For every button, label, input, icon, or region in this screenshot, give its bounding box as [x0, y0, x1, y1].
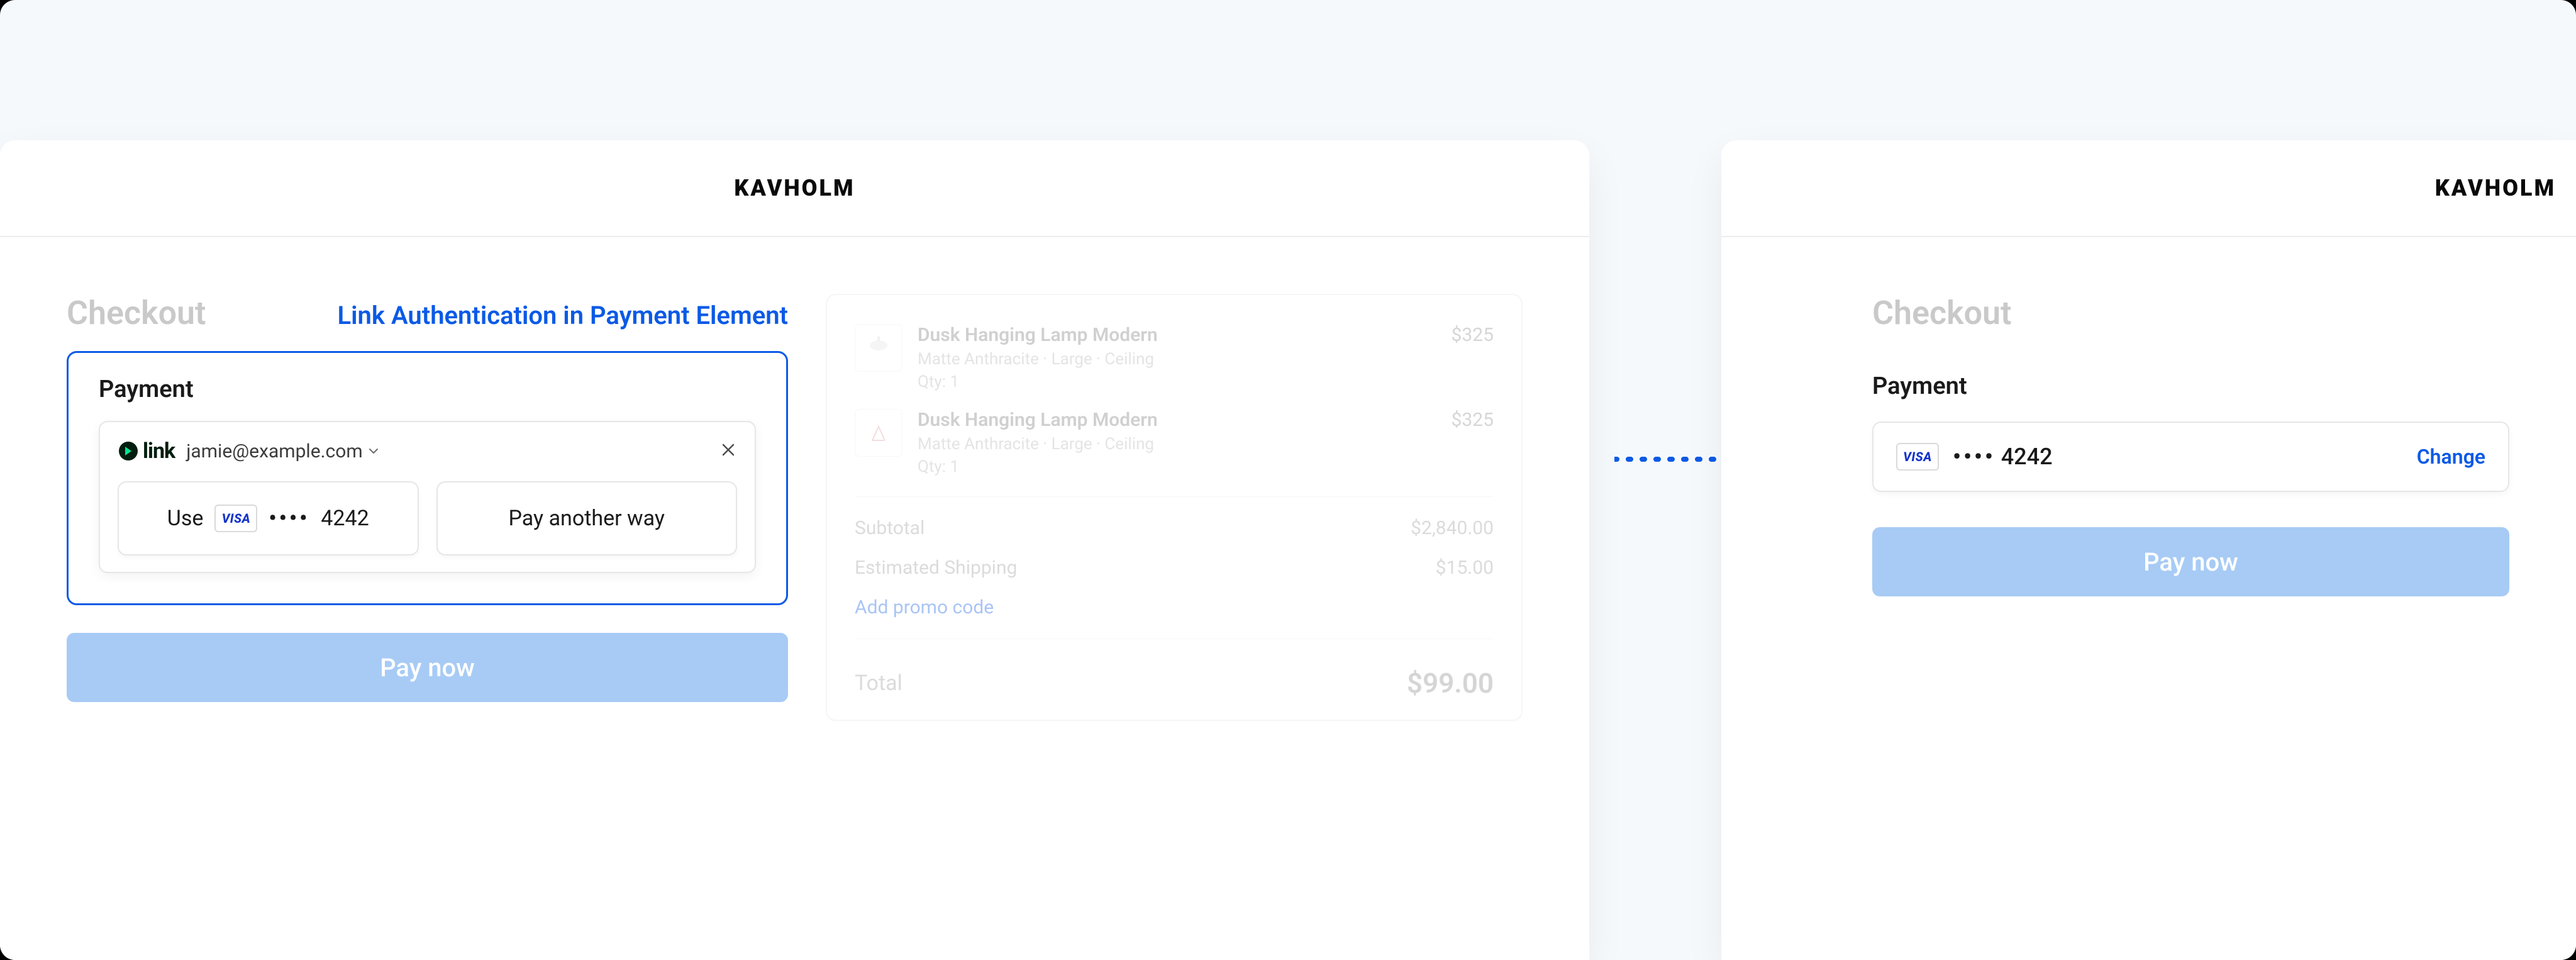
product-thumb-icon [855, 409, 902, 457]
line-item: Dusk Hanging Lamp Modern Matte Anthracit… [855, 400, 1494, 485]
close-icon[interactable] [719, 440, 737, 462]
change-payment-link[interactable]: Change [2417, 445, 2485, 469]
page-title: Checkout [67, 294, 206, 332]
line-item: Dusk Hanging Lamp Modern Matte Anthracit… [855, 315, 1494, 400]
total-row: Total $99.00 [855, 650, 1494, 700]
visa-icon: VISA [1896, 443, 1939, 471]
use-saved-card-button[interactable]: Use VISA •••• 4242 [118, 481, 419, 555]
payment-element-highlight: Payment link [67, 351, 788, 605]
subtotal-row: Subtotal $2,840.00 [855, 508, 1494, 548]
brand-bar: KAVHOLM [0, 140, 1589, 237]
shipping-row: Estimated Shipping $15.00 [855, 548, 1494, 588]
page-title: Checkout [1872, 294, 2509, 332]
checkout-window-before: KAVHOLM Checkout Link Authentication in … [0, 140, 1589, 960]
visa-icon: VISA [214, 505, 257, 532]
link-email[interactable]: jamie@example.com [186, 440, 380, 462]
add-promo-link[interactable]: Add promo code [855, 588, 1494, 627]
order-summary: Dusk Hanging Lamp Modern Matte Anthracit… [826, 294, 1523, 721]
brand-logo: KAVHOLM [2435, 175, 2556, 201]
link-logo-text: link [143, 438, 175, 464]
product-thumb-icon [855, 324, 902, 372]
checkout-window-after: KAVHOLM Checkout Payment VISA •••• 4242 … [1721, 140, 2576, 960]
saved-payment-method: VISA •••• 4242 Change [1872, 421, 2509, 492]
link-card: link jamie@example.com [99, 421, 756, 573]
annotation-link-auth: Link Authentication in Payment Element [338, 301, 788, 330]
pay-another-way-button[interactable]: Pay another way [436, 481, 738, 555]
pay-now-button[interactable]: Pay now [67, 633, 788, 702]
payment-section-title: Payment [99, 376, 756, 403]
link-logo: link [118, 438, 175, 464]
brand-logo: KAVHOLM [734, 175, 855, 201]
pay-now-button[interactable]: Pay now [1872, 527, 2509, 596]
payment-section-title: Payment [1872, 372, 2509, 400]
brand-bar: KAVHOLM [1721, 140, 2576, 237]
chevron-down-icon[interactable] [367, 440, 380, 462]
